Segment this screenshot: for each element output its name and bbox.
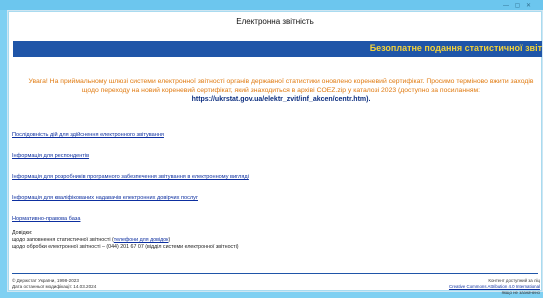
help-line-statistics: щодо заповнення статистичної звітності (…	[12, 237, 239, 244]
browser-top-strip: — ▢ ✕	[0, 0, 543, 10]
banner: Безоплатне подання статистичної звіт	[13, 41, 542, 57]
footer-divider	[12, 273, 538, 274]
help-heading: Довідки:	[12, 230, 33, 236]
page-container: Електронна звітність Безоплатне подання …	[7, 10, 543, 295]
help-contacts: Довідки: щодо заповнення статистичної зв…	[12, 230, 239, 251]
link-trust-service-providers[interactable]: Інформація для кваліфікованих надавачів …	[12, 194, 532, 202]
last-modified: Дата останньої модифікації: 14.03.2024	[12, 284, 97, 289]
page-title: Електронна звітність	[236, 17, 314, 26]
license-link[interactable]: Creative Commons Attribution 4.0 Interna…	[449, 284, 540, 289]
notice-text: Увага! На приймальному шлюзі системи еле…	[28, 78, 534, 94]
info-links-list: Послідовність дій для здійснення електро…	[12, 131, 532, 223]
link-respondents-info[interactable]: Інформація для респондентів	[12, 152, 532, 160]
window-controls: — ▢ ✕	[502, 3, 533, 9]
link-legal-base[interactable]: Нормативно-правова база	[12, 215, 532, 223]
help-line-processing: щодо обробки електронної звітності – (04…	[12, 244, 239, 250]
certificate-notice: Увага! На приймальному шлюзі системи еле…	[26, 77, 536, 104]
footer-right: Контент доступний за ліц Creative Common…	[449, 278, 540, 296]
notice-url-link[interactable]: https://ukrstat.gov.ua/elektr_zvit/inf_a…	[26, 95, 536, 104]
help-line1-end: )	[168, 237, 171, 243]
license-note: якщо не зазначено	[501, 290, 540, 295]
help-line1-text: щодо заповнення статистичної звітності (	[12, 237, 114, 243]
phone-numbers-link[interactable]: телефони для довідок	[114, 237, 169, 243]
footer-left: © Держстат України, 1998-2023 Дата остан…	[12, 278, 96, 290]
banner-text: Безоплатне подання статистичної звіт	[369, 43, 542, 53]
link-reporting-steps[interactable]: Послідовність дій для здійснення електро…	[12, 131, 532, 139]
link-developers-info[interactable]: Інформація для розробників програмного з…	[12, 173, 532, 181]
